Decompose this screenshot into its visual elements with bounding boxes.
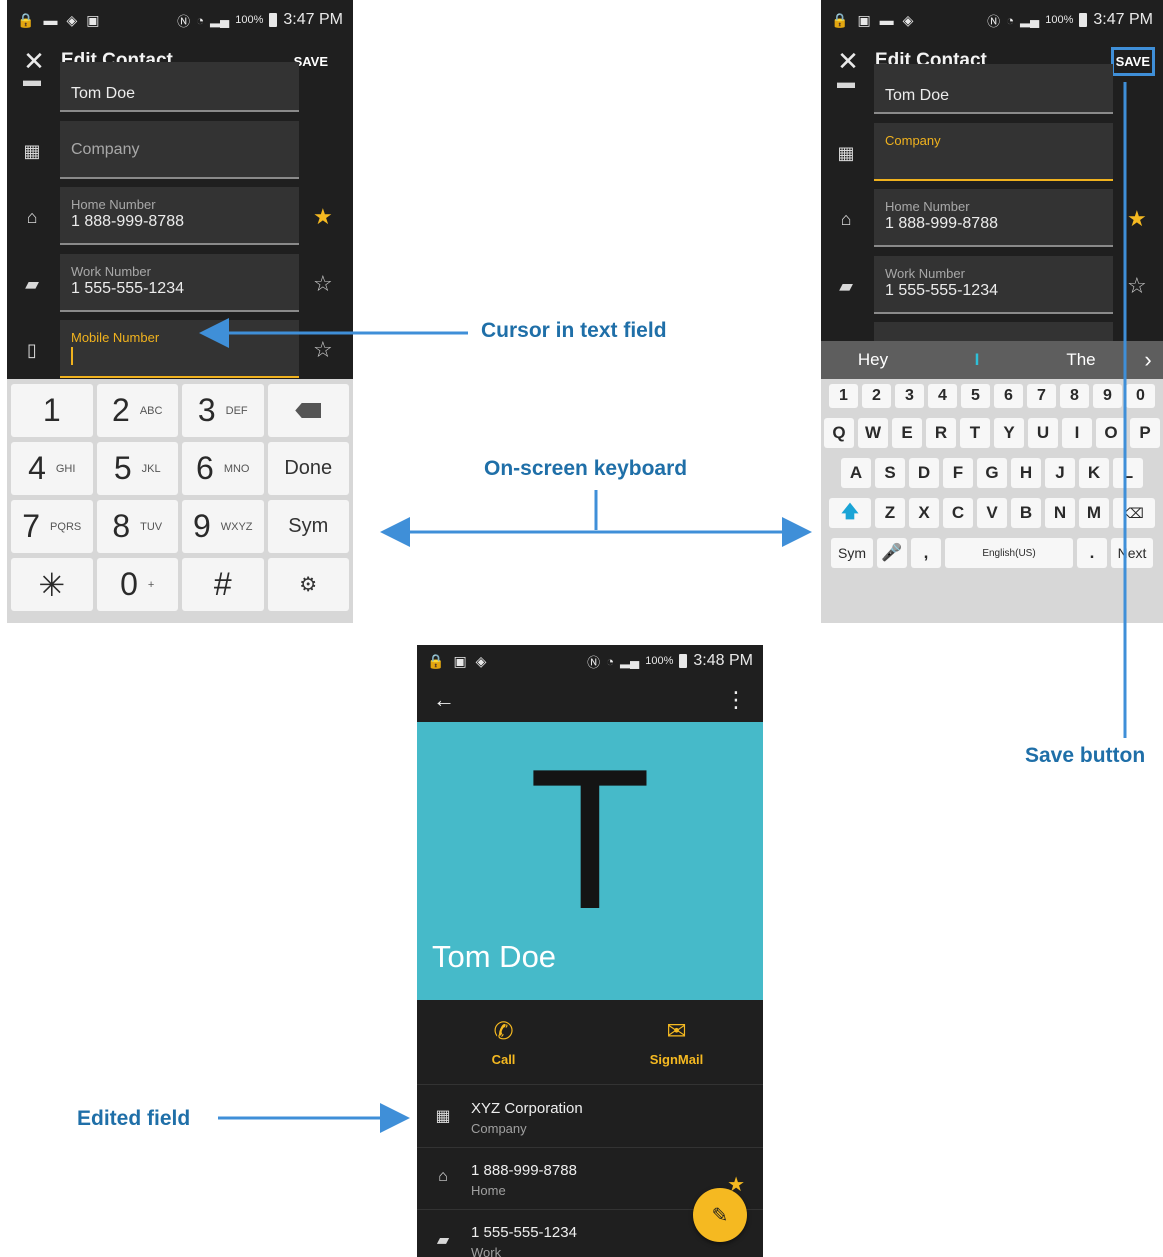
callout-cursor: Cursor in text field: [481, 319, 667, 342]
callout-keyboard: On-screen keyboard: [484, 457, 688, 480]
annotation-arrows: [199, 82, 1127, 1133]
callout-save: Save button: [1025, 744, 1146, 767]
callout-edited: Edited field: [77, 1107, 191, 1130]
